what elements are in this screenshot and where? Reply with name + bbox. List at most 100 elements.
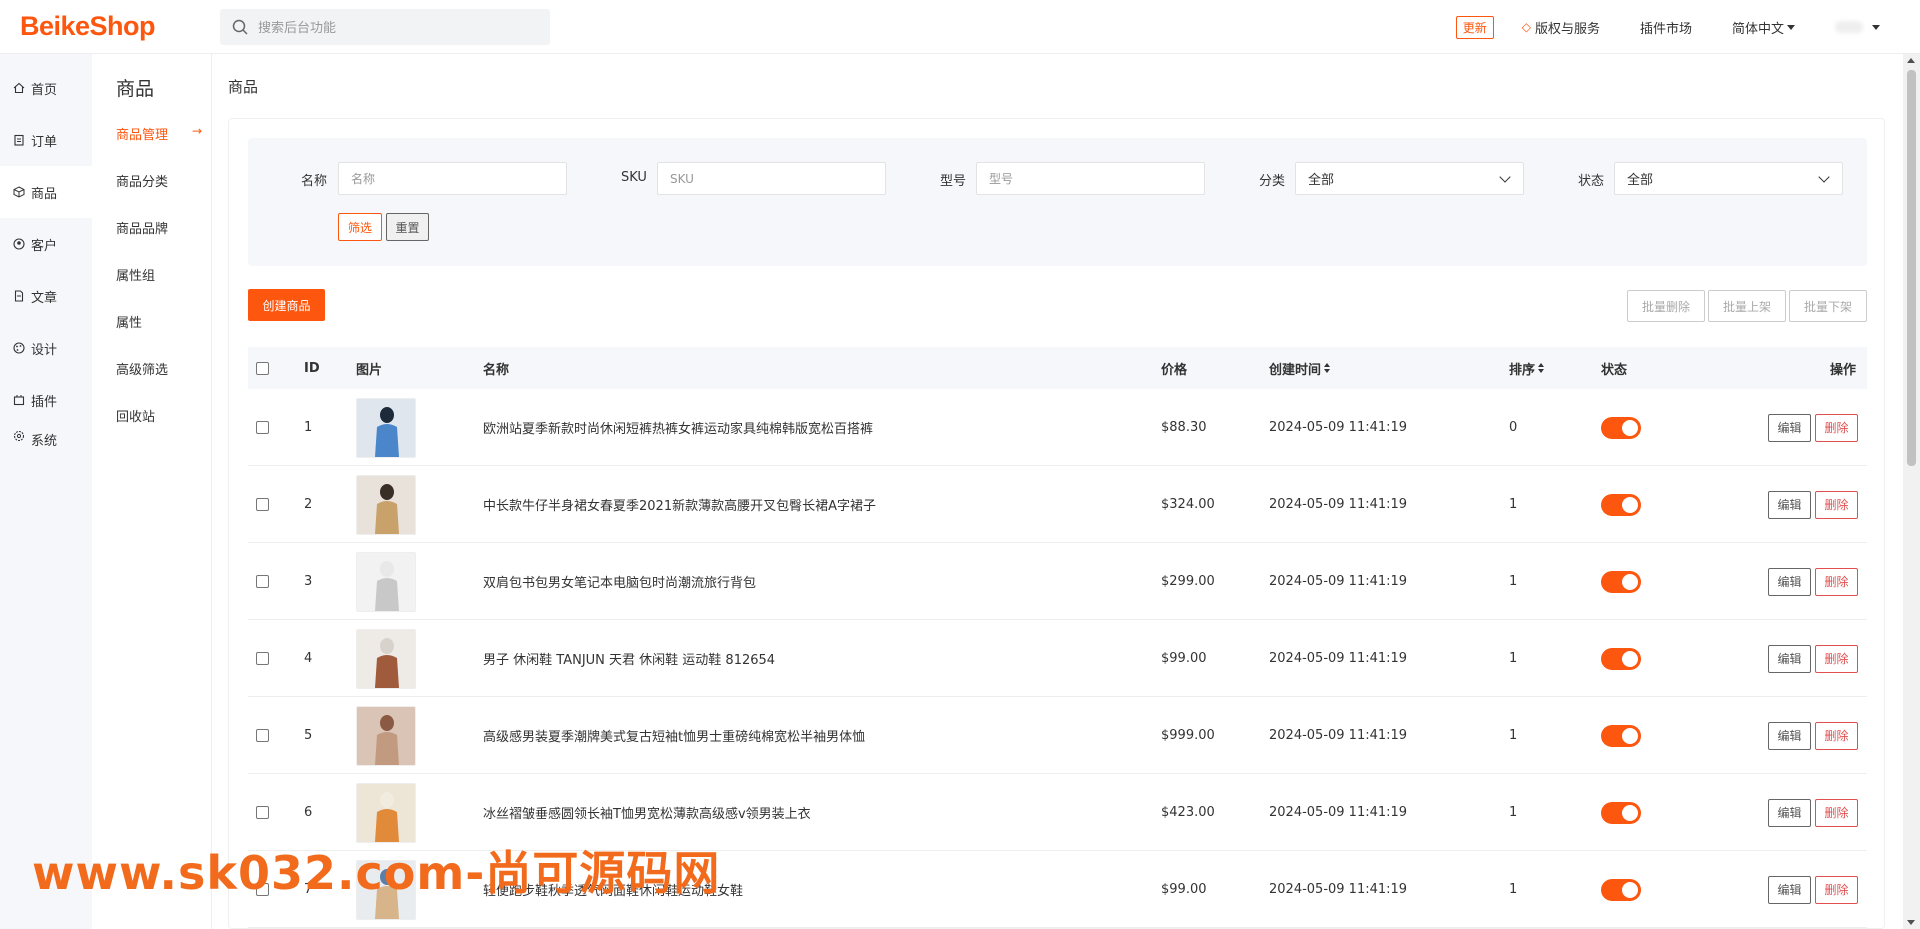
- product-name[interactable]: 冰丝褶皱垂感圆领长袖T恤男宽松薄款高级感v领男装上衣: [483, 774, 811, 851]
- status-toggle[interactable]: [1601, 697, 1641, 774]
- subnav-product-management[interactable]: 商品管理 →: [116, 124, 204, 143]
- delete-button[interactable]: 删除: [1815, 644, 1858, 673]
- row-checkbox[interactable]: [256, 620, 269, 697]
- main-nav-rail: 首页 订单 商品 客户 文章 设计 插件 系统: [0, 54, 92, 929]
- category-filter-select[interactable]: 全部: [1295, 162, 1524, 195]
- product-thumbnail[interactable]: [356, 543, 416, 620]
- user-menu[interactable]: [1835, 21, 1880, 33]
- create-product-button[interactable]: 创建商品: [248, 289, 325, 321]
- edit-button[interactable]: 编辑: [1768, 567, 1811, 596]
- status-toggle[interactable]: [1601, 543, 1641, 620]
- status-toggle[interactable]: [1601, 774, 1641, 851]
- row-id: 2: [304, 497, 313, 512]
- row-checkbox[interactable]: [256, 389, 269, 466]
- status-filter-select[interactable]: 全部: [1614, 162, 1843, 195]
- product-name[interactable]: 欧洲站夏季新款时尚休闲短裤热裤女裤运动家具纯棉韩版宽松百搭裤: [483, 389, 873, 466]
- th-sort[interactable]: 排序: [1509, 347, 1545, 389]
- subnav-recycle-bin[interactable]: 回收站: [116, 406, 204, 425]
- nav-articles[interactable]: 文章: [0, 270, 92, 322]
- status-toggle[interactable]: [1601, 466, 1641, 543]
- sku-filter-input[interactable]: SKU: [657, 162, 886, 195]
- product-thumbnail[interactable]: [356, 697, 416, 774]
- row-checkbox[interactable]: [256, 774, 269, 851]
- product-name[interactable]: 高级感男装夏季潮牌美式复古短袖t恤男士重磅纯棉宽松半袖男体恤: [483, 697, 865, 774]
- subnav-product-brand[interactable]: 商品品牌: [116, 218, 204, 237]
- product-thumbnail[interactable]: [356, 389, 416, 466]
- product-thumbnail[interactable]: [356, 774, 416, 851]
- scroll-up-icon[interactable]: [1907, 58, 1915, 63]
- th-sort-label: 排序: [1509, 362, 1536, 378]
- model-filter-input[interactable]: 型号: [976, 162, 1205, 195]
- scroll-down-icon[interactable]: [1907, 920, 1915, 925]
- page-scrollbar[interactable]: [1903, 54, 1920, 929]
- row-checkbox[interactable]: [256, 543, 269, 620]
- edit-button[interactable]: 编辑: [1768, 644, 1811, 673]
- name-filter-input[interactable]: 名称: [338, 162, 567, 195]
- product-thumbnail[interactable]: [356, 620, 416, 697]
- select-all-checkbox[interactable]: [256, 347, 269, 389]
- th-created[interactable]: 创建时间: [1269, 347, 1331, 389]
- license-link[interactable]: ◇ 版权与服务: [1522, 18, 1600, 37]
- user-icon: [13, 238, 25, 250]
- product-price: $88.30: [1161, 420, 1207, 435]
- product-sort: 1: [1509, 805, 1518, 820]
- subnav-title: 商品: [116, 78, 155, 100]
- row-checkbox[interactable]: [256, 697, 269, 774]
- delete-button[interactable]: 删除: [1815, 490, 1858, 519]
- subnav-attribute-group[interactable]: 属性组: [116, 265, 204, 284]
- edit-button[interactable]: 编辑: [1768, 798, 1811, 827]
- nav-customers[interactable]: 客户: [0, 218, 92, 270]
- row-actions: 编辑 删除: [1768, 543, 1858, 620]
- nav-home[interactable]: 首页: [0, 62, 92, 114]
- row-actions: 编辑 删除: [1768, 389, 1858, 466]
- subnav-attribute[interactable]: 属性: [116, 312, 204, 331]
- filter-button[interactable]: 筛选: [338, 213, 382, 241]
- row-checkbox[interactable]: [256, 466, 269, 543]
- edit-button[interactable]: 编辑: [1768, 875, 1811, 904]
- product-name[interactable]: 男子 休闲鞋 TANJUN 天君 休闲鞋 运动鞋 812654: [483, 620, 775, 697]
- nav-orders[interactable]: 订单: [0, 114, 92, 166]
- edit-button[interactable]: 编辑: [1768, 413, 1811, 442]
- logo[interactable]: BeikeShop: [0, 11, 220, 42]
- scroll-thumb[interactable]: [1907, 70, 1916, 466]
- nav-system[interactable]: 系统: [0, 420, 92, 450]
- product-thumbnail[interactable]: [356, 466, 416, 543]
- delete-button[interactable]: 删除: [1815, 798, 1858, 827]
- status-toggle[interactable]: [1601, 389, 1641, 466]
- table-header: ID 图片 名称 价格 创建时间 排序 状态 操作: [248, 347, 1867, 389]
- product-name[interactable]: 中长款牛仔半身裙女春夏季2021新款薄款高腰开叉包臀长裙A字裙子: [483, 466, 876, 543]
- sort-icon: [1324, 363, 1331, 373]
- status-toggle[interactable]: [1601, 620, 1641, 697]
- batch-on-shelf-button[interactable]: 批量上架: [1708, 290, 1786, 322]
- product-created: 2024-05-09 11:41:19: [1269, 420, 1408, 435]
- batch-off-shelf-button[interactable]: 批量下架: [1789, 290, 1867, 322]
- subnav-advanced-filter[interactable]: 高级筛选: [116, 359, 204, 378]
- nav-design[interactable]: 设计: [0, 322, 92, 374]
- reset-button[interactable]: 重置: [386, 213, 429, 241]
- update-button[interactable]: 更新: [1455, 15, 1494, 39]
- subnav-product-category[interactable]: 商品分类: [116, 171, 204, 190]
- search-bar[interactable]: 搜索后台功能: [220, 8, 550, 45]
- edit-button[interactable]: 编辑: [1768, 721, 1811, 750]
- product-sort: 0: [1509, 420, 1518, 435]
- batch-delete-button[interactable]: 批量删除: [1627, 290, 1705, 322]
- nav-plugins[interactable]: 插件: [0, 374, 92, 426]
- language-dropdown[interactable]: 简体中文: [1732, 18, 1795, 37]
- delete-button[interactable]: 删除: [1815, 721, 1858, 750]
- delete-button[interactable]: 删除: [1815, 567, 1858, 596]
- product-sort: 1: [1509, 882, 1518, 897]
- status-toggle[interactable]: [1601, 851, 1641, 928]
- delete-button[interactable]: 删除: [1815, 875, 1858, 904]
- delete-button[interactable]: 删除: [1815, 413, 1858, 442]
- avatar: [1835, 21, 1863, 33]
- search-input[interactable]: 搜索后台功能: [258, 17, 336, 36]
- plugin-market-link[interactable]: 插件市场: [1640, 18, 1692, 37]
- box-icon: [13, 186, 25, 198]
- nav-products[interactable]: 商品: [0, 166, 92, 218]
- edit-button[interactable]: 编辑: [1768, 490, 1811, 519]
- product-price: $99.00: [1161, 882, 1207, 897]
- row-actions: 编辑 删除: [1768, 620, 1858, 697]
- product-name[interactable]: 双肩包书包男女笔记本电脑包时尚潮流旅行背包: [483, 543, 756, 620]
- product-sort: 1: [1509, 651, 1518, 666]
- table-row: 6 冰丝褶皱垂感圆领长袖T恤男宽松薄款高级感v领男装上衣 $423.00 202…: [248, 774, 1867, 851]
